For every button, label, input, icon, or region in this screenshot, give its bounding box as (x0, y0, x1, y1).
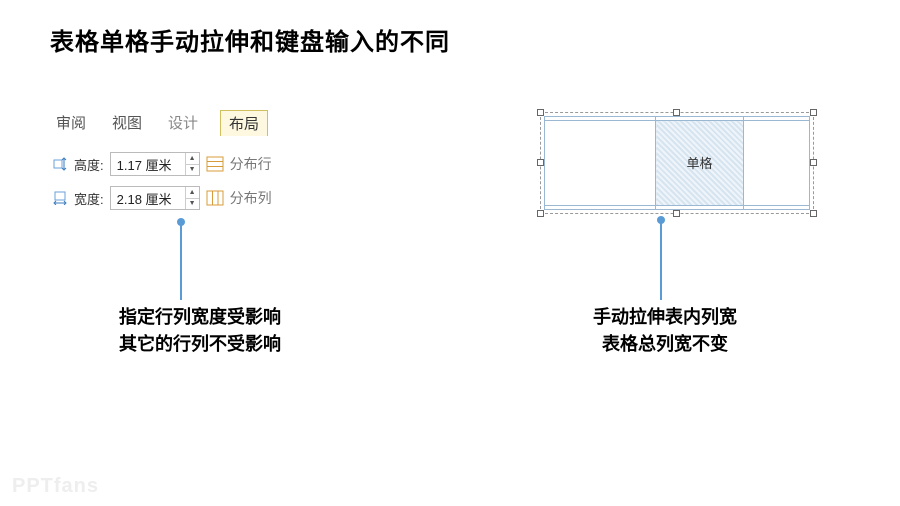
resize-handle-icon[interactable] (537, 159, 544, 166)
example-table: 单格 (544, 116, 810, 210)
distribute-cols-icon[interactable] (206, 190, 224, 206)
width-value: 2.18 厘米 (111, 187, 185, 209)
tab-view[interactable]: 视图 (108, 110, 146, 136)
resize-handle-icon[interactable] (537, 109, 544, 116)
height-label: 高度: (74, 155, 104, 174)
caption-left: 指定行列宽度受影响 其它的行列不受影响 (80, 304, 320, 358)
table-row: 单格 (545, 121, 810, 206)
caption-left-line2: 其它的行列不受影响 (80, 331, 320, 358)
width-arrows[interactable]: ▲ ▼ (185, 187, 199, 209)
connector-line-right (660, 220, 662, 300)
ribbon-tabs: 审阅 视图 设计 布局 (48, 108, 388, 142)
height-spinner[interactable]: 1.17 厘米 ▲ ▼ (110, 152, 200, 176)
connector-line-left (180, 222, 182, 300)
distribute-rows-label[interactable]: 分布行 (230, 154, 272, 174)
height-arrows[interactable]: ▲ ▼ (185, 153, 199, 175)
resize-handle-icon[interactable] (810, 210, 817, 217)
distribute-rows-icon[interactable] (206, 156, 224, 172)
width-label: 宽度: (74, 189, 104, 208)
watermark: PPTfans (12, 475, 99, 498)
caption-right-line1: 手动拉伸表内列宽 (510, 304, 820, 331)
table-row (545, 205, 810, 209)
caption-left-line1: 指定行列宽度受影响 (80, 304, 320, 331)
width-spinner[interactable]: 2.18 厘米 ▲ ▼ (110, 186, 200, 210)
tab-design[interactable]: 设计 (164, 110, 202, 136)
resize-handle-icon[interactable] (673, 210, 680, 217)
example-table-wrap[interactable]: 单格 (540, 112, 814, 214)
chevron-down-icon[interactable]: ▼ (186, 198, 199, 210)
distribute-cols-label[interactable]: 分布列 (230, 188, 272, 208)
page-title: 表格单格手动拉伸和键盘输入的不同 (50, 22, 450, 57)
resize-handle-icon[interactable] (673, 109, 680, 116)
tab-review[interactable]: 审阅 (52, 110, 90, 136)
resize-handle-icon[interactable] (810, 109, 817, 116)
width-icon (52, 190, 68, 206)
resize-handle-icon[interactable] (537, 210, 544, 217)
chevron-up-icon[interactable]: ▲ (186, 153, 199, 164)
chevron-down-icon[interactable]: ▼ (186, 164, 199, 176)
chevron-up-icon[interactable]: ▲ (186, 187, 199, 198)
caption-right: 手动拉伸表内列宽 表格总列宽不变 (510, 304, 820, 358)
caption-right-line2: 表格总列宽不变 (510, 331, 820, 358)
resize-handle-icon[interactable] (810, 159, 817, 166)
tab-layout[interactable]: 布局 (220, 110, 268, 136)
height-icon (52, 156, 68, 172)
selected-cell[interactable]: 单格 (656, 121, 743, 206)
row-height-control: 高度: 1.17 厘米 ▲ ▼ 分布行 (48, 152, 388, 176)
height-value: 1.17 厘米 (111, 153, 185, 175)
row-width-control: 宽度: 2.18 厘米 ▲ ▼ 分布列 (48, 186, 388, 210)
ribbon-panel: 审阅 视图 设计 布局 高度: 1.17 厘米 ▲ ▼ 分布行 宽度: 2.18… (48, 108, 388, 210)
